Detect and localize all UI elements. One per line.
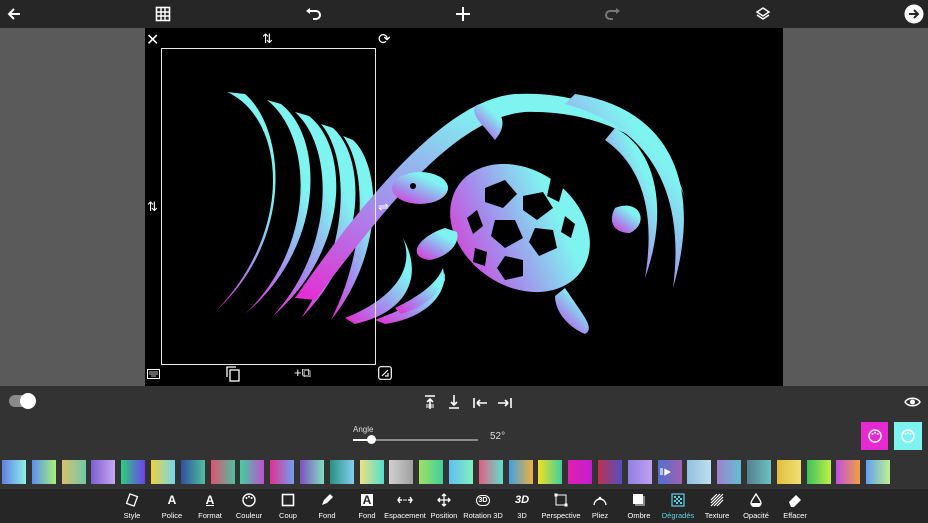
gradient-swatch[interactable] [359, 460, 384, 484]
gradient-swatch[interactable] [151, 460, 175, 484]
gradient-icon [658, 492, 698, 508]
grid-icon[interactable] [151, 2, 175, 26]
gradient-swatch[interactable] [598, 460, 622, 484]
gradient-swatch[interactable] [419, 460, 444, 484]
gradient-swatches: ⦀▶ [0, 455, 928, 489]
gradient-swatch[interactable] [180, 460, 205, 484]
gradient-swatch[interactable]: ⦀▶ [657, 460, 682, 484]
format-icon: A [205, 492, 215, 507]
align-bottom-icon[interactable] [448, 394, 460, 415]
eraser-icon [775, 492, 815, 508]
gradient-swatch[interactable] [2, 460, 26, 484]
font-icon: A [167, 493, 177, 507]
redo-icon[interactable] [601, 2, 625, 26]
angle-control: Angle 52° [0, 422, 928, 455]
rotate-icon[interactable]: ⟳ [378, 32, 391, 47]
gradient-swatch[interactable] [270, 460, 295, 484]
gradient-swatch[interactable] [717, 460, 742, 484]
back-arrow-icon[interactable] [2, 2, 26, 26]
gradient-swatch[interactable] [449, 460, 473, 484]
gradient-swatch[interactable] [478, 460, 503, 484]
align-top-icon[interactable] [424, 394, 436, 415]
gradient-swatch[interactable] [747, 460, 771, 484]
add-icon[interactable] [451, 2, 475, 26]
gradient-swatch[interactable] [389, 460, 414, 484]
opacity-icon [736, 492, 776, 508]
gradient-swatch[interactable] [687, 460, 712, 484]
palette-icon [901, 429, 915, 443]
gradient-swatch[interactable] [240, 460, 265, 484]
text-background-icon: A [360, 493, 374, 507]
pen-icon [307, 492, 347, 508]
gradient-swatch[interactable] [508, 460, 533, 484]
angle-value: 52° [490, 431, 506, 442]
visibility-eye-icon[interactable] [904, 395, 921, 413]
tool-label: Effacer [783, 511, 807, 520]
gradient-swatch[interactable] [329, 460, 354, 484]
forward-arrow-icon[interactable] [902, 2, 926, 26]
gradient-swatch[interactable] [121, 460, 146, 484]
gradient-swatch[interactable] [627, 460, 652, 484]
3d-icon: 3D [514, 494, 530, 506]
selected-swatch-icon: ⦀▶ [659, 467, 672, 477]
gradient-swatch[interactable] [866, 460, 891, 484]
resize-vertical-top-icon[interactable]: ⇅ [262, 32, 273, 45]
add-style-icon[interactable]: +⧉ [294, 366, 311, 379]
texture-icon [697, 492, 737, 508]
top-toolbar [0, 0, 928, 28]
gradient-swatch[interactable] [61, 460, 86, 484]
rotation-3d-icon: 3D [463, 492, 503, 508]
gradient-swatch[interactable] [776, 460, 801, 484]
gradient-swatch[interactable] [91, 460, 116, 484]
perspective-icon [541, 492, 581, 508]
toggle-switch[interactable] [9, 393, 36, 409]
tool-effacer[interactable]: Effacer [775, 489, 815, 523]
gradient-swatch[interactable] [31, 460, 56, 484]
layers-icon[interactable] [751, 2, 775, 26]
align-right-icon[interactable] [497, 396, 513, 414]
palette-cyan-button[interactable] [894, 422, 922, 450]
bend-icon [580, 492, 620, 508]
spacing-icon [385, 492, 425, 508]
angle-label: Angle [353, 425, 374, 434]
control-row [0, 386, 928, 422]
resize-horizontal-left-icon[interactable]: ⇅ [147, 200, 158, 213]
bottom-toolbar: Style A Police A Format Couleur Coup Fond A Fond E… [0, 489, 928, 523]
position-icon [424, 492, 464, 508]
shadow-icon [619, 492, 659, 508]
duplicate-icon[interactable] [226, 366, 240, 384]
gradient-swatch[interactable] [538, 460, 563, 484]
undo-icon[interactable] [301, 2, 325, 26]
gradient-swatch[interactable] [806, 460, 831, 484]
gradient-swatch[interactable] [568, 460, 593, 484]
gradient-swatch[interactable] [300, 460, 324, 484]
palette-magenta-button[interactable] [861, 422, 888, 450]
stroke-icon [268, 492, 308, 508]
resize-corner-icon[interactable] [378, 366, 392, 382]
palette-icon [867, 429, 882, 443]
keyboard-icon[interactable] [147, 368, 160, 381]
angle-slider[interactable] [353, 435, 478, 444]
palette-icon [229, 492, 269, 508]
gradient-swatch[interactable] [210, 460, 235, 484]
selection-box[interactable] [161, 48, 376, 365]
gradient-swatch[interactable] [836, 460, 861, 484]
style-icon [112, 492, 152, 508]
close-icon[interactable]: ✕ [146, 33, 159, 49]
align-left-icon[interactable] [472, 396, 488, 414]
wrap-text-icon[interactable]: ⇌ [378, 200, 389, 213]
